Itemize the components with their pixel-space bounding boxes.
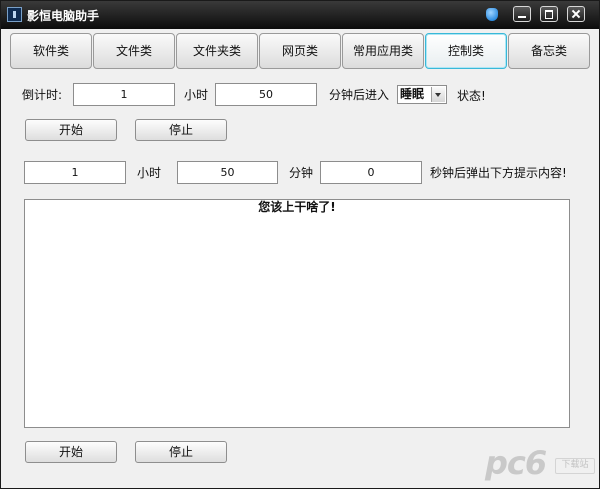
tab-control[interactable]: 控制类 [425, 33, 507, 69]
tab-software[interactable]: 软件类 [10, 33, 92, 69]
countdown-label: 倒计时: [22, 88, 63, 102]
countdown-start-button[interactable]: 开始 [25, 119, 117, 141]
reminder-seconds-suffix: 秒钟后弹出下方提示内容! [430, 166, 567, 180]
app-window: 影恒电脑助手 软件类 文件类 文件夹类 网页类 常用应用类 控制类 备忘类 倒计… [0, 0, 600, 489]
title-bar[interactable]: 影恒电脑助手 [1, 1, 599, 29]
tab-files[interactable]: 文件类 [93, 33, 175, 69]
skin-icon[interactable] [486, 8, 498, 21]
reminder-start-button[interactable]: 开始 [25, 441, 117, 463]
reminder-stop-button[interactable]: 停止 [135, 441, 227, 463]
countdown-hours-unit: 小时 [184, 88, 209, 102]
reminder-hours-unit: 小时 [137, 166, 162, 180]
tab-common-apps[interactable]: 常用应用类 [342, 33, 424, 69]
power-mode-select[interactable]: 睡眠 [397, 85, 447, 104]
reminder-hours-input[interactable]: 1 [24, 161, 126, 184]
countdown-state-suffix: 状态! [457, 89, 486, 103]
app-logo-icon [7, 7, 22, 22]
minimize-button[interactable] [513, 6, 531, 22]
reminder-seconds-input[interactable]: 0 [320, 161, 422, 184]
chevron-down-icon[interactable] [431, 87, 445, 102]
reminder-message-textarea[interactable]: 您该上干啥了! [24, 199, 570, 428]
countdown-hours-input[interactable]: 1 [73, 83, 175, 106]
reminder-minutes-input[interactable]: 50 [177, 161, 278, 184]
tab-memo[interactable]: 备忘类 [508, 33, 590, 69]
watermark-subtitle: 下载站 [555, 458, 595, 474]
close-button[interactable] [567, 6, 585, 22]
countdown-minutes-suffix: 分钟后进入 [329, 88, 390, 102]
reminder-minutes-unit: 分钟 [289, 166, 314, 180]
power-mode-value: 睡眠 [400, 87, 425, 101]
reminder-message-text: 您该上干啥了! [258, 200, 336, 214]
countdown-minutes-input[interactable]: 50 [215, 83, 317, 106]
countdown-stop-button[interactable]: 停止 [135, 119, 227, 141]
watermark-logo: pc6 [485, 444, 547, 482]
watermark: pc6 下载站 [485, 446, 595, 486]
window-title: 影恒电脑助手 [27, 9, 100, 23]
maximize-button[interactable] [540, 6, 558, 22]
tab-folders[interactable]: 文件夹类 [176, 33, 258, 69]
tab-webpages[interactable]: 网页类 [259, 33, 341, 69]
